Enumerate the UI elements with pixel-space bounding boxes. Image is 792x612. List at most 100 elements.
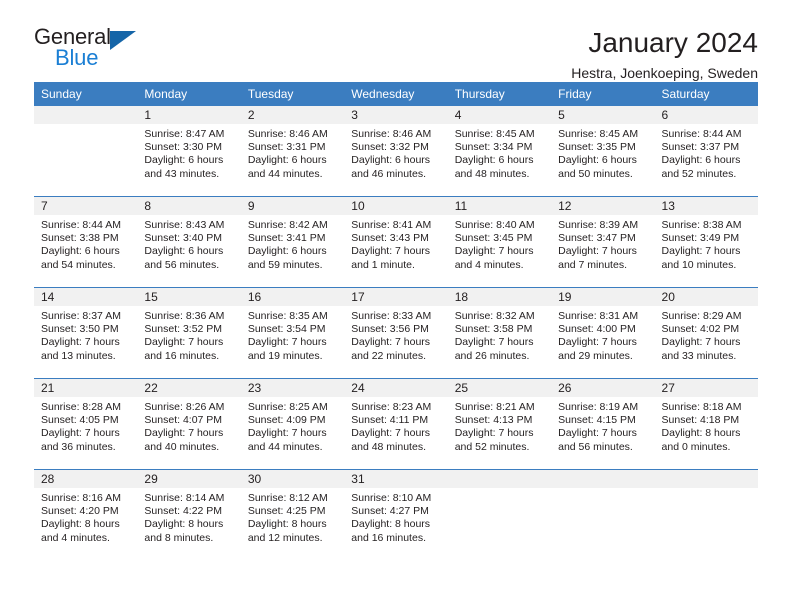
day-cell-2[interactable]: 2 Sunrise: 8:46 AM Sunset: 3:31 PM Daylight… [240, 106, 345, 197]
daylight-text: Daylight: 6 hours [41, 245, 120, 258]
daylight-text-cont: and 40 minutes. [144, 440, 220, 453]
day-sun-info: Sunrise: 8:10 AM Sunset: 4:27 PM Daylight:… [344, 488, 447, 545]
day-cell-22[interactable]: 22 Sunrise: 8:26 AM Sunset: 4:07 PM Dayligh… [137, 378, 241, 470]
day-sun-info [448, 488, 551, 492]
weekday-header-saturday: Saturday [654, 82, 758, 106]
day-number: 26 [551, 379, 655, 397]
day-cell-16[interactable]: 16 Sunrise: 8:35 AM Sunset: 3:54 PM Dayligh… [240, 287, 345, 379]
day-sun-info: Sunrise: 8:21 AM Sunset: 4:13 PM Daylight:… [448, 397, 551, 454]
day-sun-info: Sunrise: 8:44 AM Sunset: 3:37 PM Daylight:… [655, 124, 758, 181]
day-cell-19[interactable]: 19 Sunrise: 8:31 AM Sunset: 4:00 PM Dayligh… [551, 287, 655, 379]
day-cell-27[interactable]: 27 Sunrise: 8:18 AM Sunset: 4:18 PM Dayligh… [654, 378, 758, 470]
day-cell-14[interactable]: 14 Sunrise: 8:37 AM Sunset: 3:50 PM Dayligh… [34, 287, 138, 379]
daylight-text-cont: and 4 minutes. [454, 258, 524, 271]
day-number: 14 [34, 288, 138, 306]
day-number: 22 [137, 379, 241, 397]
sunrise-text: Sunrise: 8:46 AM [351, 128, 432, 140]
sunrise-text: Sunrise: 8:45 AM [558, 128, 639, 140]
weekday-header-sunday: Sunday [34, 82, 138, 106]
daylight-text: Daylight: 6 hours [454, 154, 534, 167]
day-sun-info: Sunrise: 8:36 AM Sunset: 3:52 PM Daylight:… [137, 306, 240, 363]
day-cell-10[interactable]: 10 Sunrise: 8:41 AM Sunset: 3:43 PM Dayligh… [344, 196, 448, 288]
sunset-text: Sunset: 3:40 PM [144, 232, 223, 245]
day-cell-9[interactable]: 9 Sunrise: 8:42 AM Sunset: 3:41 PM Daylight… [240, 196, 345, 288]
day-cell-20[interactable]: 20 Sunrise: 8:29 AM Sunset: 4:02 PM Dayligh… [654, 287, 758, 379]
sunset-text: Sunset: 3:43 PM [351, 232, 429, 245]
sunset-text: Sunset: 3:37 PM [661, 141, 740, 154]
day-cell-28[interactable]: 28 Sunrise: 8:16 AM Sunset: 4:20 PM Dayligh… [34, 469, 138, 560]
day-cell-5[interactable]: 5 Sunrise: 8:45 AM Sunset: 3:35 PM Daylight… [551, 106, 655, 197]
day-number: 24 [344, 379, 448, 397]
day-sun-info: Sunrise: 8:35 AM Sunset: 3:54 PM Daylight:… [241, 306, 344, 363]
sunrise-text: Sunrise: 8:46 AM [247, 128, 328, 140]
day-cell-25[interactable]: 25 Sunrise: 8:21 AM Sunset: 4:13 PM Dayligh… [447, 378, 552, 470]
day-number: 16 [240, 288, 345, 306]
day-cell-18[interactable]: 18 Sunrise: 8:32 AM Sunset: 3:58 PM Dayligh… [447, 287, 552, 379]
daylight-text: Daylight: 7 hours [351, 245, 431, 258]
daylight-text-cont: and 22 minutes. [351, 349, 426, 362]
day-sun-info: Sunrise: 8:12 AM Sunset: 4:25 PM Daylight:… [241, 488, 344, 545]
sunset-text: Sunset: 4:13 PM [454, 414, 533, 427]
daylight-text: Daylight: 7 hours [247, 336, 327, 349]
sunset-text: Sunset: 4:22 PM [144, 505, 223, 518]
day-number: 6 [654, 106, 758, 124]
day-sun-info: Sunrise: 8:23 AM Sunset: 4:11 PM Daylight:… [344, 397, 447, 454]
daylight-text: Daylight: 7 hours [247, 427, 327, 440]
sunrise-text: Sunrise: 8:33 AM [351, 310, 432, 322]
daylight-text: Daylight: 6 hours [144, 154, 224, 167]
day-cell-15[interactable]: 15 Sunrise: 8:36 AM Sunset: 3:52 PM Dayligh… [137, 287, 241, 379]
day-cell-31[interactable]: 31 Sunrise: 8:10 AM Sunset: 4:27 PM Dayligh… [344, 469, 448, 560]
daylight-text-cont: and 59 minutes. [247, 258, 323, 271]
day-number: 18 [447, 288, 552, 306]
calendar-page: General Blue January 2024 Hestra, Joenko… [0, 0, 792, 612]
general-blue-logo: General Blue [34, 26, 164, 74]
sunset-text: Sunset: 4:18 PM [661, 414, 740, 427]
sunrise-text: Sunrise: 8:16 AM [41, 492, 121, 504]
day-number [447, 470, 552, 488]
daylight-text-cont: and 13 minutes. [41, 349, 116, 362]
location-subtitle: Hestra, Joenkoeping, Sweden [571, 65, 758, 82]
sunrise-text: Sunrise: 8:44 AM [41, 219, 121, 231]
day-cell-17[interactable]: 17 Sunrise: 8:33 AM Sunset: 3:56 PM Dayligh… [344, 287, 448, 379]
day-cell-1[interactable]: 1 Sunrise: 8:47 AM Sunset: 3:30 PM Daylight… [137, 106, 241, 197]
daylight-text-cont: and 44 minutes. [247, 167, 323, 180]
day-cell-26[interactable]: 26 Sunrise: 8:19 AM Sunset: 4:15 PM Dayligh… [551, 378, 655, 470]
day-cell-empty [551, 469, 655, 560]
day-cell-30[interactable]: 30 Sunrise: 8:12 AM Sunset: 4:25 PM Dayligh… [240, 469, 345, 560]
day-cell-13[interactable]: 13 Sunrise: 8:38 AM Sunset: 3:49 PM Dayligh… [654, 196, 758, 288]
sunrise-text: Sunrise: 8:29 AM [661, 310, 742, 322]
daylight-text: Daylight: 8 hours [247, 518, 327, 531]
day-cell-8[interactable]: 8 Sunrise: 8:43 AM Sunset: 3:40 PM Daylight… [137, 196, 241, 288]
day-sun-info: Sunrise: 8:25 AM Sunset: 4:09 PM Daylight:… [241, 397, 344, 454]
day-cell-11[interactable]: 11 Sunrise: 8:40 AM Sunset: 3:45 PM Dayligh… [447, 196, 552, 288]
daylight-text-cont: and 48 minutes. [454, 167, 530, 180]
day-cell-empty [34, 106, 138, 197]
day-cell-21[interactable]: 21 Sunrise: 8:28 AM Sunset: 4:05 PM Dayligh… [34, 378, 138, 470]
sunrise-text: Sunrise: 8:31 AM [558, 310, 639, 322]
day-sun-info: Sunrise: 8:31 AM Sunset: 4:00 PM Daylight:… [551, 306, 654, 363]
day-sun-info [34, 124, 137, 128]
day-cell-4[interactable]: 4 Sunrise: 8:45 AM Sunset: 3:34 PM Daylight… [447, 106, 552, 197]
day-cell-7[interactable]: 7 Sunrise: 8:44 AM Sunset: 3:38 PM Daylight… [34, 196, 138, 288]
sunrise-text: Sunrise: 8:45 AM [454, 128, 535, 140]
day-sun-info: Sunrise: 8:26 AM Sunset: 4:07 PM Daylight:… [137, 397, 240, 454]
day-cell-24[interactable]: 24 Sunrise: 8:23 AM Sunset: 4:11 PM Dayligh… [344, 378, 448, 470]
day-number: 8 [137, 197, 241, 215]
day-sun-info: Sunrise: 8:38 AM Sunset: 3:49 PM Daylight:… [655, 215, 758, 272]
day-number: 15 [137, 288, 241, 306]
day-cell-23[interactable]: 23 Sunrise: 8:25 AM Sunset: 4:09 PM Dayligh… [240, 378, 345, 470]
day-cell-29[interactable]: 29 Sunrise: 8:14 AM Sunset: 4:22 PM Dayligh… [137, 469, 241, 560]
daylight-text-cont: and 1 minute. [351, 258, 415, 271]
day-number: 19 [551, 288, 655, 306]
sunset-text: Sunset: 4:15 PM [558, 414, 636, 427]
day-number: 25 [447, 379, 552, 397]
day-cell-12[interactable]: 12 Sunrise: 8:39 AM Sunset: 3:47 PM Dayligh… [551, 196, 655, 288]
day-cell-3[interactable]: 3 Sunrise: 8:46 AM Sunset: 3:32 PM Daylight… [344, 106, 448, 197]
sunrise-text: Sunrise: 8:28 AM [41, 401, 121, 413]
sunrise-text: Sunrise: 8:23 AM [351, 401, 432, 413]
sunrise-text: Sunrise: 8:47 AM [144, 128, 225, 140]
calendar-body: 1 Sunrise: 8:47 AM Sunset: 3:30 PM Daylight… [34, 106, 758, 560]
daylight-text-cont: and 16 minutes. [144, 349, 220, 362]
day-cell-6[interactable]: 6 Sunrise: 8:44 AM Sunset: 3:37 PM Daylight… [654, 106, 758, 197]
daylight-text-cont: and 16 minutes. [351, 531, 426, 544]
